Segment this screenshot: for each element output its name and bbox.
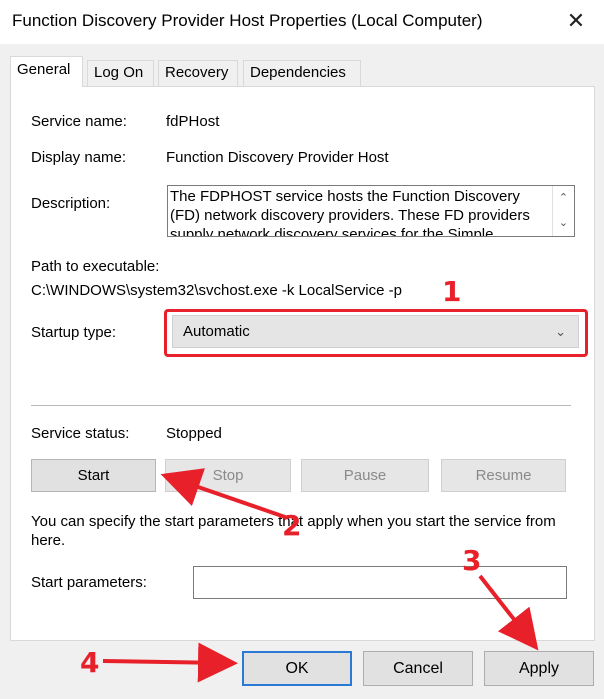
window-title: Function Discovery Provider Host Propert… <box>12 11 483 30</box>
description-label: Description: <box>31 195 111 212</box>
startup-type-label: Startup type: <box>31 324 117 341</box>
display-name-label: Display name: <box>31 149 127 166</box>
tab-recovery[interactable]: Recovery <box>158 60 238 86</box>
apply-button[interactable]: Apply <box>484 651 594 686</box>
description-text: The FDPHOST service hosts the Function D… <box>170 188 530 237</box>
title-bar: Function Discovery Provider Host Propert… <box>0 0 604 44</box>
annotation-marker-2: 2 <box>282 509 302 542</box>
pause-button[interactable]: Pause <box>301 459 429 492</box>
ok-button[interactable]: OK <box>242 651 352 686</box>
start-params-label: Start parameters: <box>31 574 147 591</box>
resume-button[interactable]: Resume <box>441 459 566 492</box>
annotation-marker-4: 4 <box>80 646 100 679</box>
description-scrollbar[interactable]: ⌃ ⌄ <box>552 186 574 236</box>
tab-general[interactable]: General <box>10 56 83 87</box>
cancel-button[interactable]: Cancel <box>363 651 473 686</box>
tab-log-on[interactable]: Log On <box>87 60 154 86</box>
service-status-label: Service status: <box>31 425 130 442</box>
close-icon[interactable]: ✕ <box>556 2 596 40</box>
service-status-value: Stopped <box>166 425 222 442</box>
section-divider <box>31 405 571 406</box>
path-label: Path to executable: <box>31 258 160 275</box>
display-name-value: Function Discovery Provider Host <box>166 149 389 166</box>
service-name-label: Service name: <box>31 113 127 130</box>
start-params-input[interactable] <box>193 566 567 599</box>
scroll-up-icon[interactable]: ⌃ <box>553 186 574 211</box>
arrow-to-ok <box>102 642 238 683</box>
path-value: C:\WINDOWS\system32\svchost.exe -k Local… <box>31 282 402 299</box>
scroll-down-icon[interactable]: ⌄ <box>553 211 574 236</box>
service-name-value: fdPHost <box>166 113 220 130</box>
annotation-marker-1: 1 <box>442 275 462 308</box>
start-button[interactable]: Start <box>31 459 156 492</box>
tab-dependencies[interactable]: Dependencies <box>243 60 361 86</box>
general-panel: Service name: fdPHost Display name: Func… <box>10 86 595 641</box>
description-field[interactable]: The FDPHOST service hosts the Function D… <box>167 185 575 237</box>
stop-button[interactable]: Stop <box>165 459 291 492</box>
annotation-marker-3: 3 <box>462 544 482 577</box>
highlight-box-startup <box>164 309 588 357</box>
